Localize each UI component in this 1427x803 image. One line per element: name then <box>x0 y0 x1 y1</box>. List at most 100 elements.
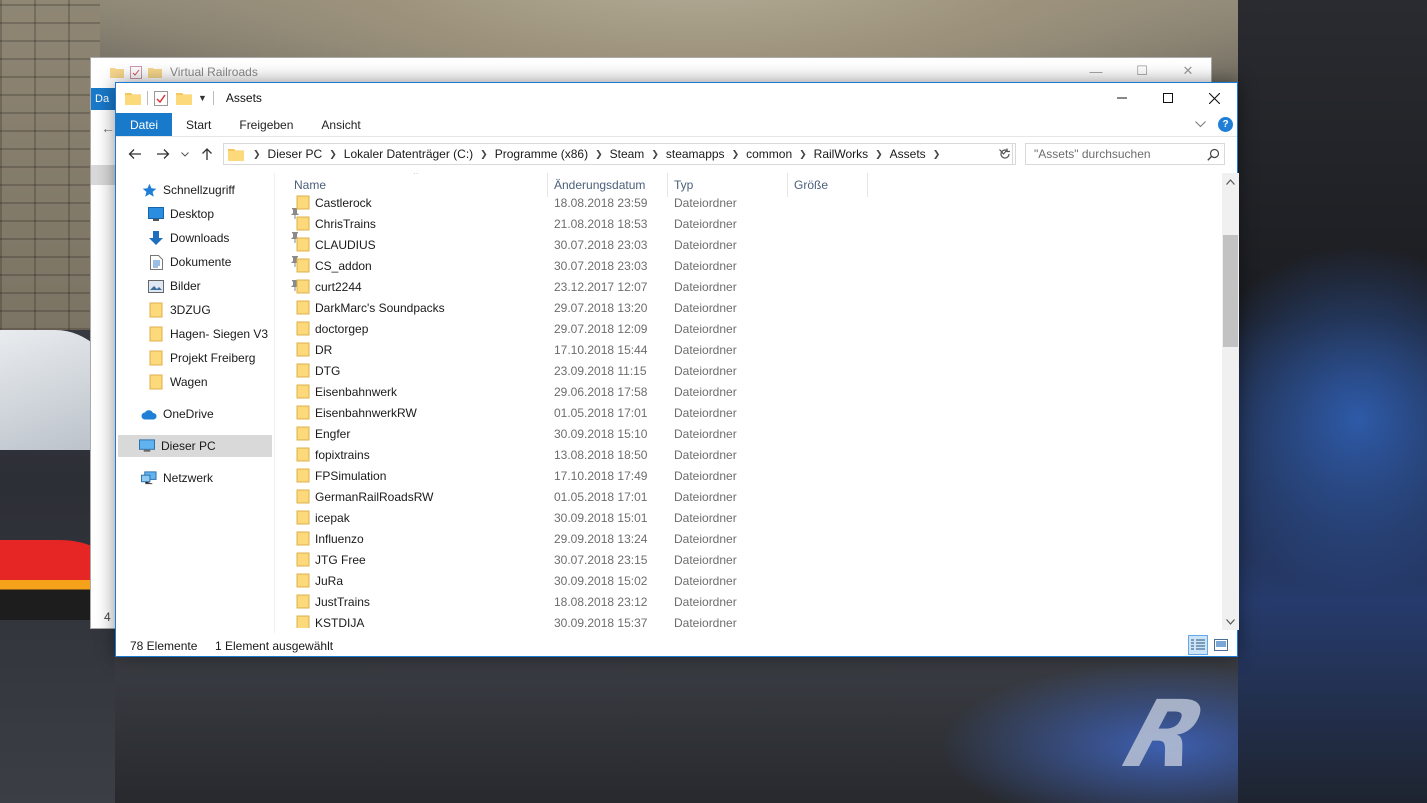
tab-share[interactable]: Freigeben <box>225 113 307 136</box>
file-row[interactable]: ChrisTrains 21.08.2018 18:53 Dateiordner <box>276 213 876 234</box>
breadcrumb-local-disk[interactable]: Lokaler Datenträger (C:) <box>340 147 477 161</box>
breadcrumb-separator-icon[interactable]: ❯ <box>648 149 662 160</box>
breadcrumb-separator-icon[interactable]: ❯ <box>326 149 340 160</box>
file-name: doctorgep <box>315 321 369 336</box>
up-button[interactable] <box>193 141 221 167</box>
help-icon[interactable]: ? <box>1218 117 1233 132</box>
nav-item-pictures[interactable]: Bilder <box>148 275 299 297</box>
file-name: CS_addon <box>315 258 372 273</box>
expand-ribbon-icon[interactable] <box>1195 121 1206 128</box>
pane-divider[interactable] <box>274 173 275 633</box>
nav-item-3dzug[interactable]: 3DZUG <box>148 299 211 321</box>
refresh-button[interactable] <box>994 143 1016 165</box>
background-close-button[interactable]: ✕ <box>1165 57 1211 85</box>
breadcrumb-separator-icon[interactable]: ❯ <box>872 149 886 160</box>
nav-item-projekt-freiberg[interactable]: Projekt Freiberg <box>148 347 255 369</box>
file-row[interactable]: CS_addon 30.07.2018 23:03 Dateiordner <box>276 255 876 276</box>
breadcrumb-separator-icon[interactable]: ❯ <box>250 149 264 160</box>
address-bar[interactable]: ❯ Dieser PC ❯ Lokaler Datenträger (C:) ❯… <box>223 143 1013 165</box>
background-back-arrow-icon[interactable]: ← <box>101 120 115 136</box>
explorer-window[interactable]: ▼ Assets Datei Start Freigeben Ansicht ? <box>115 82 1239 657</box>
background-minimize-button[interactable]: — <box>1073 57 1119 85</box>
file-type: Dateiordner <box>674 426 737 441</box>
nav-network[interactable]: Netzwerk <box>141 467 213 489</box>
back-button[interactable] <box>121 141 149 167</box>
breadcrumb-steamapps[interactable]: steamapps <box>662 147 729 161</box>
file-row[interactable]: CLAUDIUS 30.07.2018 23:03 Dateiordner <box>276 234 876 255</box>
breadcrumb-steam[interactable]: Steam <box>606 147 649 161</box>
folder-icon <box>296 384 310 399</box>
file-row[interactable]: KSTDIJA 30.09.2018 15:37 Dateiordner <box>276 612 876 628</box>
file-row[interactable]: DTG 23.09.2018 11:15 Dateiordner <box>276 360 876 381</box>
nav-item-downloads[interactable]: Downloads <box>148 227 299 249</box>
scrollbar-thumb[interactable] <box>1223 235 1238 347</box>
close-button[interactable] <box>1191 83 1237 113</box>
tab-start[interactable]: Start <box>172 113 225 136</box>
file-date: 23.09.2018 11:15 <box>554 363 647 378</box>
tab-file[interactable]: Datei <box>116 113 173 136</box>
background-ribbon-tab[interactable]: Da <box>91 88 117 110</box>
file-row[interactable]: JTG Free 30.07.2018 23:15 Dateiordner <box>276 549 876 570</box>
file-date: 29.07.2018 12:09 <box>554 321 648 336</box>
nav-item-desktop[interactable]: Desktop <box>148 203 299 225</box>
scroll-up-icon[interactable] <box>1222 173 1239 190</box>
recent-locations-button[interactable] <box>177 141 193 167</box>
search-box[interactable] <box>1025 143 1225 165</box>
background-logo-graphic: R <box>1112 681 1213 788</box>
breadcrumb-program-files[interactable]: Programme (x86) <box>491 147 592 161</box>
breadcrumb-assets[interactable]: Assets <box>886 147 930 161</box>
breadcrumb-railworks[interactable]: RailWorks <box>810 147 872 161</box>
file-row[interactable]: GermanRailRoadsRW 01.05.2018 17:01 Dateior… <box>276 486 876 507</box>
nav-item-documents[interactable]: Dokumente <box>148 251 299 273</box>
breadcrumb-separator-icon[interactable]: ❯ <box>796 149 810 160</box>
scroll-down-icon[interactable] <box>1222 613 1239 630</box>
nav-item-hagen-siegen[interactable]: Hagen- Siegen V3 <box>148 323 268 345</box>
file-row[interactable]: doctorgep 29.07.2018 12:09 Dateiordner <box>276 318 876 339</box>
file-row[interactable]: Castlerock 18.08.2018 23:59 Dateiordner <box>276 192 876 213</box>
file-row[interactable]: FPSimulation 17.10.2018 17:49 Dateiordner <box>276 465 876 486</box>
forward-button[interactable] <box>149 141 177 167</box>
properties-icon[interactable] <box>154 90 168 106</box>
file-date: 13.08.2018 18:50 <box>554 447 648 462</box>
customize-toolbar-dropdown-icon[interactable]: ▼ <box>198 93 207 103</box>
file-row[interactable]: JustTrains 18.08.2018 23:12 Dateiordner <box>276 591 876 612</box>
folder-icon[interactable] <box>125 91 141 105</box>
large-icons-view-button[interactable] <box>1211 635 1231 655</box>
file-row[interactable]: Influenzo 29.09.2018 13:24 Dateiordner <box>276 528 876 549</box>
vertical-scrollbar[interactable] <box>1222 173 1239 630</box>
background-maximize-button[interactable]: ☐ <box>1119 57 1165 85</box>
file-type: Dateiordner <box>674 195 737 210</box>
file-date: 17.10.2018 17:49 <box>554 468 648 483</box>
details-view-button[interactable] <box>1188 635 1208 655</box>
search-icon[interactable] <box>1202 148 1224 161</box>
breadcrumb-separator-icon[interactable]: ❯ <box>729 149 743 160</box>
maximize-button[interactable] <box>1145 83 1191 113</box>
file-type: Dateiordner <box>674 321 737 336</box>
file-date: 18.08.2018 23:59 <box>554 195 648 210</box>
file-row[interactable]: JuRa 30.09.2018 15:02 Dateiordner <box>276 570 876 591</box>
breadcrumb-this-pc[interactable]: Dieser PC <box>264 147 327 161</box>
file-row[interactable]: Eisenbahnwerk 29.06.2018 17:58 Dateiordner <box>276 381 876 402</box>
nav-this-pc[interactable]: Dieser PC <box>118 435 272 457</box>
file-row[interactable]: DR 17.10.2018 15:44 Dateiordner <box>276 339 876 360</box>
breadcrumb-common[interactable]: common <box>742 147 796 161</box>
nav-onedrive[interactable]: OneDrive <box>141 403 214 425</box>
nav-item-wagen[interactable]: Wagen <box>148 371 208 393</box>
search-input[interactable] <box>1026 147 1202 161</box>
breadcrumb-separator-icon[interactable]: ❯ <box>592 149 606 160</box>
file-row[interactable]: DarkMarc's Soundpacks 29.07.2018 13:20 Dat… <box>276 297 876 318</box>
breadcrumb-separator-icon[interactable]: ❯ <box>930 149 944 160</box>
tab-view[interactable]: Ansicht <box>307 113 374 136</box>
refresh-icon <box>999 148 1010 159</box>
minimize-button[interactable] <box>1099 83 1145 113</box>
new-folder-icon[interactable] <box>176 91 192 105</box>
up-arrow-icon <box>202 148 212 160</box>
file-row[interactable]: Engfer 30.09.2018 15:10 Dateiordner <box>276 423 876 444</box>
file-row[interactable]: fopixtrains 13.08.2018 18:50 Dateiordner <box>276 444 876 465</box>
file-type: Dateiordner <box>674 384 737 399</box>
file-row[interactable]: icepak 30.09.2018 15:01 Dateiordner <box>276 507 876 528</box>
file-row[interactable]: curt2244 23.12.2017 12:07 Dateiordner <box>276 276 876 297</box>
breadcrumb-separator-icon[interactable]: ❯ <box>477 149 491 160</box>
file-row[interactable]: EisenbahnwerkRW 01.05.2018 17:01 Dateiordn… <box>276 402 876 423</box>
nav-quick-access[interactable]: Schnellzugriff <box>141 179 235 201</box>
